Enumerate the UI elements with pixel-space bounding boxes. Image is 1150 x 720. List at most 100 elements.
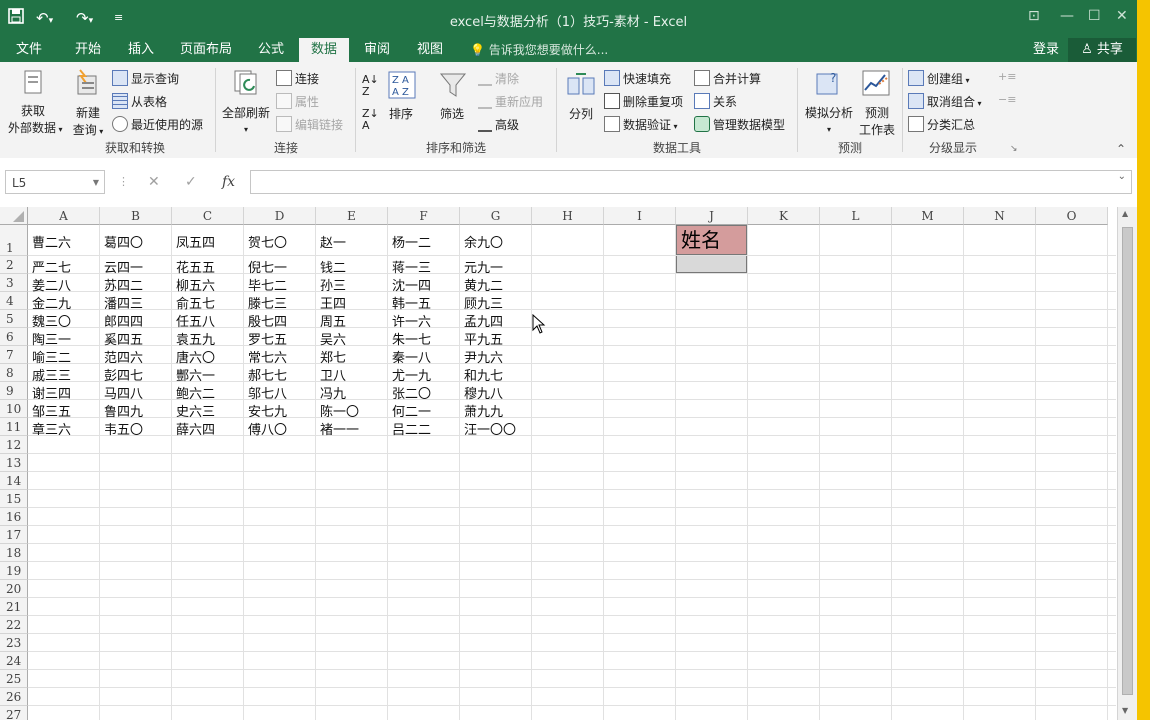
- row-header[interactable]: 16: [0, 508, 28, 526]
- cell[interactable]: 鲁四九: [104, 401, 143, 420]
- tab-file[interactable]: 文件: [6, 38, 52, 62]
- row-header[interactable]: 8: [0, 364, 28, 382]
- row-header[interactable]: 23: [0, 634, 28, 652]
- row-header[interactable]: 10: [0, 400, 28, 418]
- cell[interactable]: 罗七五: [248, 329, 287, 348]
- cell[interactable]: 沈一四: [392, 275, 431, 294]
- consolidate-button[interactable]: 合并计算: [694, 70, 761, 87]
- forecast-sheet-button[interactable]: 预测 工作表: [857, 104, 897, 138]
- row-header[interactable]: 21: [0, 598, 28, 616]
- row-header[interactable]: 11: [0, 418, 28, 436]
- cell[interactable]: 周五: [320, 311, 346, 330]
- cell[interactable]: 花五五: [176, 257, 215, 276]
- cell[interactable]: 和九七: [464, 365, 503, 384]
- cell[interactable]: 毕七二: [248, 275, 287, 294]
- confirm-entry-icon[interactable]: ✓: [185, 170, 197, 194]
- cell[interactable]: 喻三二: [32, 347, 71, 366]
- scroll-thumb[interactable]: [1122, 227, 1133, 695]
- cell[interactable]: 陈一〇: [320, 401, 359, 420]
- login-link[interactable]: 登录: [1033, 38, 1059, 62]
- filter-button[interactable]: 筛选: [440, 105, 464, 122]
- cell[interactable]: 严二七: [32, 257, 71, 276]
- ungroup-button[interactable]: 取消组合 ▾: [908, 93, 982, 110]
- sort-ascending-icon[interactable]: A↓ Z: [362, 74, 379, 98]
- cell[interactable]: 金二九: [32, 293, 71, 312]
- cell[interactable]: 唐六〇: [176, 347, 215, 366]
- row-header[interactable]: 26: [0, 688, 28, 706]
- from-table-button[interactable]: 从表格: [112, 93, 167, 110]
- cell[interactable]: 范四六: [104, 347, 143, 366]
- cell[interactable]: 何二一: [392, 401, 431, 420]
- cell[interactable]: 章三六: [32, 419, 71, 438]
- cell[interactable]: 汪一〇〇: [464, 419, 516, 438]
- expand-formula-icon[interactable]: ⌄: [1118, 171, 1126, 182]
- cell[interactable]: 云四一: [104, 257, 143, 276]
- worksheet-grid[interactable]: A B C D E F G H I J K L M N O 1 2 3 4 5 6 7 8 9 10 11 12 13 14 15 16 17…: [0, 207, 1116, 720]
- cell[interactable]: 谢三四: [32, 383, 71, 402]
- new-query-button[interactable]: 新建 查询 ▾: [66, 104, 110, 138]
- properties-button[interactable]: 属性: [276, 93, 319, 110]
- vertical-scrollbar[interactable]: ▲ ▼: [1117, 207, 1137, 720]
- row-header[interactable]: 2: [0, 256, 28, 274]
- cell-j2[interactable]: [676, 256, 747, 273]
- cell[interactable]: 潘四三: [104, 293, 143, 312]
- cell[interactable]: 黄九二: [464, 275, 503, 294]
- sort-descending-icon[interactable]: Z↓ A: [362, 108, 379, 132]
- row-header[interactable]: 18: [0, 544, 28, 562]
- cell[interactable]: 元九一: [464, 257, 503, 276]
- get-external-data-button[interactable]: 获取 外部数据 ▾: [8, 102, 63, 136]
- cell[interactable]: 彭四七: [104, 365, 143, 384]
- cell[interactable]: 史六三: [176, 401, 215, 420]
- row-header[interactable]: 6: [0, 328, 28, 346]
- cell[interactable]: 平九五: [464, 329, 503, 348]
- text-to-columns-button[interactable]: 分列: [569, 105, 593, 122]
- insert-function-icon[interactable]: fx: [222, 170, 235, 194]
- cell[interactable]: 郎四四: [104, 311, 143, 330]
- cell[interactable]: 戚三三: [32, 365, 71, 384]
- tab-home[interactable]: 开始: [65, 38, 111, 62]
- name-box[interactable]: L5 ▼: [5, 170, 105, 194]
- select-all-corner[interactable]: [0, 207, 28, 225]
- data-validation-button[interactable]: 数据验证 ▾: [604, 116, 678, 133]
- dialog-launcher-icon[interactable]: ↘: [1010, 144, 1018, 154]
- recent-sources-button[interactable]: 最近使用的源: [112, 116, 203, 133]
- row-header[interactable]: 4: [0, 292, 28, 310]
- cell[interactable]: 韩一五: [392, 293, 431, 312]
- tab-page-layout[interactable]: 页面布局: [172, 38, 240, 62]
- row-header[interactable]: 13: [0, 454, 28, 472]
- cell[interactable]: 蒋一三: [392, 257, 431, 276]
- column-header-l[interactable]: L: [820, 207, 892, 225]
- column-header-d[interactable]: D: [244, 207, 316, 225]
- cancel-entry-icon[interactable]: ✕: [148, 170, 160, 194]
- row-header[interactable]: 12: [0, 436, 28, 454]
- cell[interactable]: 褚一一: [320, 419, 359, 438]
- cell[interactable]: 倪七一: [248, 257, 287, 276]
- row-header[interactable]: 27: [0, 706, 28, 720]
- column-header-b[interactable]: B: [100, 207, 172, 225]
- row-header[interactable]: 15: [0, 490, 28, 508]
- column-header-j[interactable]: J: [676, 207, 748, 225]
- share-button[interactable]: ♙ 共享: [1068, 38, 1136, 62]
- row-header[interactable]: 22: [0, 616, 28, 634]
- cell[interactable]: 酆六一: [176, 365, 215, 384]
- reapply-button[interactable]: 重新应用: [478, 93, 543, 110]
- cell[interactable]: 邬七八: [248, 383, 287, 402]
- cell[interactable]: 孙三: [320, 275, 346, 294]
- column-header-a[interactable]: A: [28, 207, 100, 225]
- cell[interactable]: 尤一九: [392, 365, 431, 384]
- tell-me-box[interactable]: 💡 告诉我您想要做什么...: [470, 38, 608, 62]
- group-button[interactable]: 创建组 ▾: [908, 70, 970, 87]
- cell[interactable]: 魏三〇: [32, 311, 71, 330]
- cell[interactable]: 许一六: [392, 311, 431, 330]
- show-detail-icon[interactable]: +≡: [998, 70, 1016, 83]
- advanced-filter-button[interactable]: 高级: [478, 116, 519, 133]
- cell[interactable]: 卫八: [320, 365, 346, 384]
- column-header-g[interactable]: G: [460, 207, 532, 225]
- row-header[interactable]: 9: [0, 382, 28, 400]
- cell[interactable]: 袁五九: [176, 329, 215, 348]
- column-header-i[interactable]: I: [604, 207, 676, 225]
- clear-button[interactable]: 清除: [478, 70, 519, 87]
- column-header-m[interactable]: M: [892, 207, 964, 225]
- cell[interactable]: 韦五〇: [104, 419, 143, 438]
- cell[interactable]: 奚四五: [104, 329, 143, 348]
